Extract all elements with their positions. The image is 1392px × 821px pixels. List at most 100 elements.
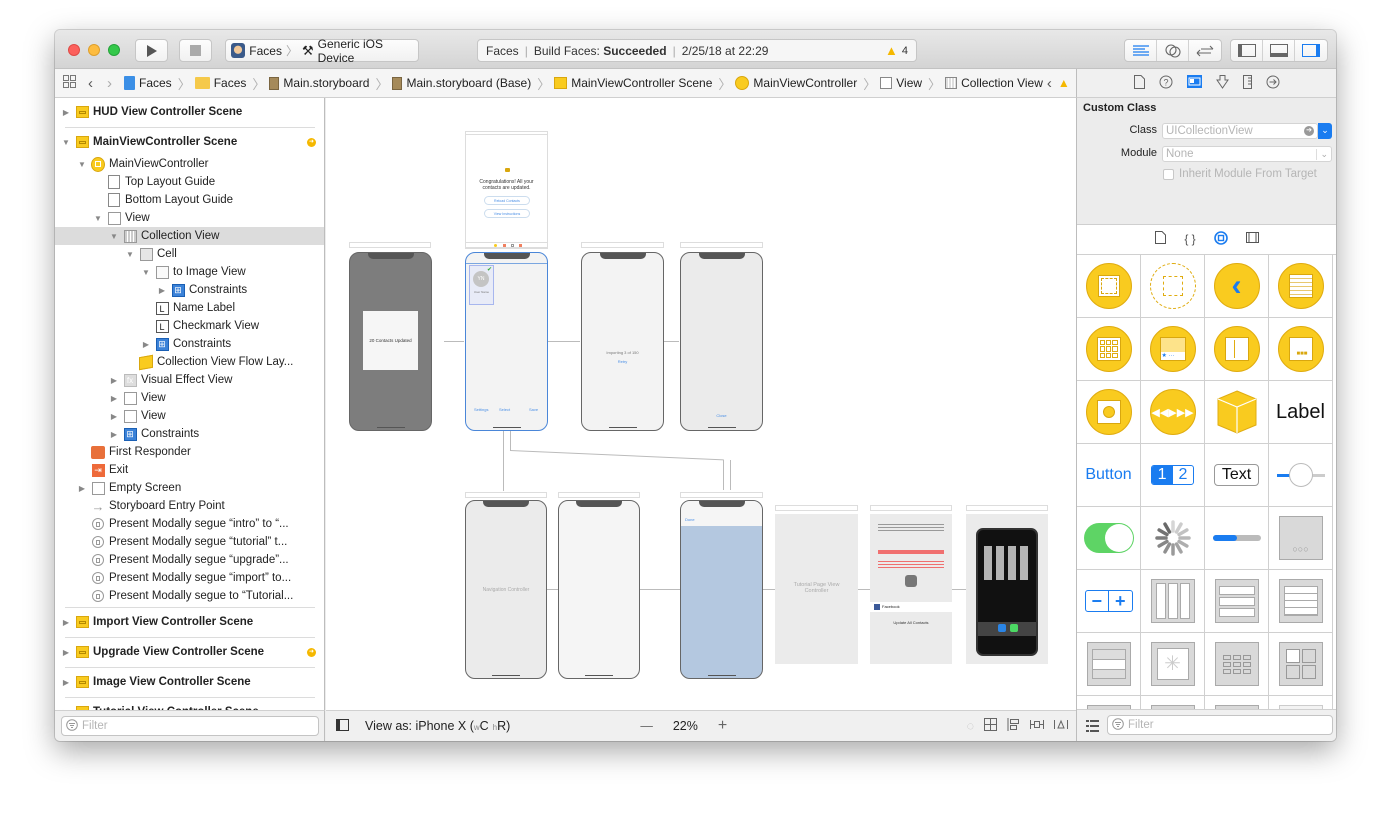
size-inspector-icon[interactable] — [1242, 74, 1252, 92]
chevron-down-icon[interactable]: ⌄ — [1316, 148, 1331, 160]
scheme-target[interactable]: Faces — [249, 44, 282, 58]
scene-upgrade[interactable]: Close — [680, 252, 763, 431]
outline-filter-input[interactable]: Filter — [61, 716, 319, 736]
related-items-icon[interactable] — [63, 75, 76, 91]
library-item-glkit-view-controller[interactable] — [1077, 381, 1141, 444]
close-window-button[interactable] — [68, 44, 80, 56]
version-editor-button[interactable] — [1189, 40, 1221, 61]
disclosure-collapsed-icon[interactable]: ▶ — [157, 286, 167, 295]
scene-import[interactable]: Importing 3 of 150 Retry — [581, 252, 664, 431]
scene-bar-view[interactable] — [870, 505, 952, 511]
disclosure-expanded-icon[interactable]: ▼ — [61, 138, 71, 147]
resolve-issues-icon[interactable] — [1054, 718, 1068, 734]
outline-row[interactable]: ▼ Collection View — [55, 227, 324, 245]
library-item-slider[interactable] — [1269, 444, 1333, 507]
outline-scene-row[interactable]: ▶ Import View Controller Scene — [55, 613, 324, 631]
scene-bar-upgrade[interactable] — [680, 242, 763, 248]
toggle-outline-icon[interactable] — [336, 718, 349, 734]
file-inspector-icon[interactable] — [1133, 74, 1145, 92]
module-field[interactable]: None ⌄ — [1162, 146, 1332, 162]
assistant-editor-button[interactable] — [1157, 40, 1189, 61]
library-item-view-controller[interactable] — [1077, 255, 1141, 318]
scheme-device[interactable]: Generic iOS Device — [318, 37, 418, 65]
disclosure-expanded-icon[interactable]: ▼ — [141, 268, 151, 277]
scene-intro[interactable] — [558, 500, 640, 679]
scene-image-view[interactable] — [966, 514, 1048, 664]
file-template-library-icon[interactable] — [1155, 231, 1167, 247]
update-frames-icon[interactable]: ◌ — [967, 719, 974, 733]
outline-row[interactable]: ▶ fx Visual Effect View — [55, 371, 324, 389]
disclosure-expanded-icon[interactable]: ▼ — [125, 250, 135, 259]
disclosure-collapsed-icon[interactable]: ▶ — [109, 376, 119, 385]
outline-row[interactable]: ▶ ⊞ Constraints — [55, 281, 324, 299]
toggle-debug-area-button[interactable] — [1263, 40, 1295, 61]
scene-empty-screen[interactable]: Congratulations! All your contacts are u… — [465, 131, 548, 249]
breadcrumb-storyboard[interactable]: Main.storyboard — [269, 76, 369, 90]
outline-row[interactable]: Top Layout Guide — [55, 173, 324, 191]
scene-hud[interactable]: 20 Contacts Updated — [349, 252, 432, 431]
disclosure-collapsed-icon[interactable]: ▶ — [109, 430, 119, 439]
align-icon[interactable] — [1007, 718, 1020, 734]
library-item-label[interactable]: Label — [1269, 381, 1333, 444]
breadcrumb-collection-view[interactable]: Collection View — [945, 76, 1043, 90]
warning-icon[interactable]: ▲ — [885, 43, 898, 58]
outline-row[interactable]: ▼ MainViewController — [55, 155, 324, 173]
library-item-vertical-stack-view[interactable] — [1205, 570, 1269, 633]
library-item-table-view[interactable] — [1269, 570, 1333, 633]
identity-inspector-icon[interactable] — [1186, 75, 1202, 91]
outline-row[interactable]: Present Modally segue “import” to... — [55, 569, 324, 587]
library-item-object[interactable] — [1205, 381, 1269, 444]
library-item-avkit-player-view-controller[interactable]: ◀◀▶▶▶ — [1141, 381, 1205, 444]
disclosure-expanded-icon[interactable]: ▼ — [77, 160, 87, 169]
scheme-selector[interactable]: Faces 〉 ⚒ Generic iOS Device — [225, 37, 419, 65]
outline-row[interactable]: ▶ ⊞ Constraints — [55, 425, 324, 443]
collection-cell[interactable]: YN ✔ User Name — [469, 265, 494, 305]
outline-scene-row[interactable]: ▶ Image View Controller Scene — [55, 673, 324, 691]
scene-bar-main[interactable] — [465, 242, 548, 248]
zoom-window-button[interactable] — [108, 44, 120, 56]
warning-count[interactable]: 4 — [902, 45, 908, 57]
outline-row[interactable]: ▶ View — [55, 389, 324, 407]
toggle-utilities-button[interactable] — [1295, 40, 1327, 61]
library-item-progress-view[interactable] — [1205, 507, 1269, 570]
scene-bar-import[interactable] — [581, 242, 664, 248]
library-item-tab-bar-controller[interactable]: ★ ··· — [1141, 318, 1205, 381]
disclosure-collapsed-icon[interactable]: ▶ — [109, 412, 119, 421]
view-as-label[interactable]: View as: iPhone X ( — [365, 719, 474, 733]
embed-in-stack-icon[interactable] — [984, 718, 997, 734]
outline-scene-row[interactable]: ▶ Upgrade View Controller Scene ➜ — [55, 643, 324, 661]
library-item-page-control[interactable]: ○○○ — [1269, 507, 1333, 570]
outline-row[interactable]: Present Modally segue “tutorial” t... — [55, 533, 324, 551]
library-item-button[interactable]: Button — [1077, 444, 1141, 507]
toggle-navigator-button[interactable] — [1231, 40, 1263, 61]
library-item-storyboard-reference[interactable] — [1141, 255, 1205, 318]
library-item-text-field[interactable]: Text — [1205, 444, 1269, 507]
library-filter-input[interactable]: Filter — [1107, 715, 1333, 735]
library-item-page-view-controller[interactable]: ■■■ — [1269, 318, 1333, 381]
code-snippet-library-icon[interactable]: { } — [1184, 232, 1195, 246]
outline-row[interactable]: ▼ Cell — [55, 245, 324, 263]
breadcrumb-storyboard-base[interactable]: Main.storyboard (Base) — [392, 76, 531, 90]
library-item-collection-view-cell[interactable] — [1269, 633, 1333, 696]
attributes-inspector-icon[interactable] — [1215, 74, 1229, 92]
scene-bar-tutorial-page[interactable] — [775, 505, 858, 511]
scene-exit-indicator-icon[interactable]: ➜ — [307, 137, 316, 147]
library-item-horizontal-stack-view[interactable] — [1141, 570, 1205, 633]
media-library-icon[interactable] — [1245, 232, 1259, 246]
outline-row[interactable]: Present Modally segue “upgrade”... — [55, 551, 324, 569]
connections-inspector-icon[interactable] — [1266, 75, 1280, 92]
scene-bar-image[interactable] — [966, 505, 1048, 511]
library-item-navigation-controller[interactable]: ‹ — [1205, 255, 1269, 318]
library-item-switch[interactable] — [1077, 507, 1141, 570]
zoom-in-button[interactable]: + — [718, 717, 727, 735]
outline-row[interactable]: Bottom Layout Guide — [55, 191, 324, 209]
disclosure-expanded-icon[interactable]: ▼ — [93, 214, 103, 223]
outline-scene-row[interactable]: ▶Tutorial View Controller Scene — [55, 703, 324, 710]
library-item-table-view-controller[interactable] — [1269, 255, 1333, 318]
outline-row[interactable]: ▶ Empty Screen — [55, 479, 324, 497]
quick-help-icon[interactable]: ? — [1159, 75, 1173, 92]
outline-row[interactable]: Collection View Flow Lay... — [55, 353, 324, 371]
outline-row[interactable]: L Checkmark View — [55, 317, 324, 335]
disclosure-collapsed-icon[interactable]: ▶ — [61, 678, 71, 687]
outline-row[interactable]: L Name Label — [55, 299, 324, 317]
